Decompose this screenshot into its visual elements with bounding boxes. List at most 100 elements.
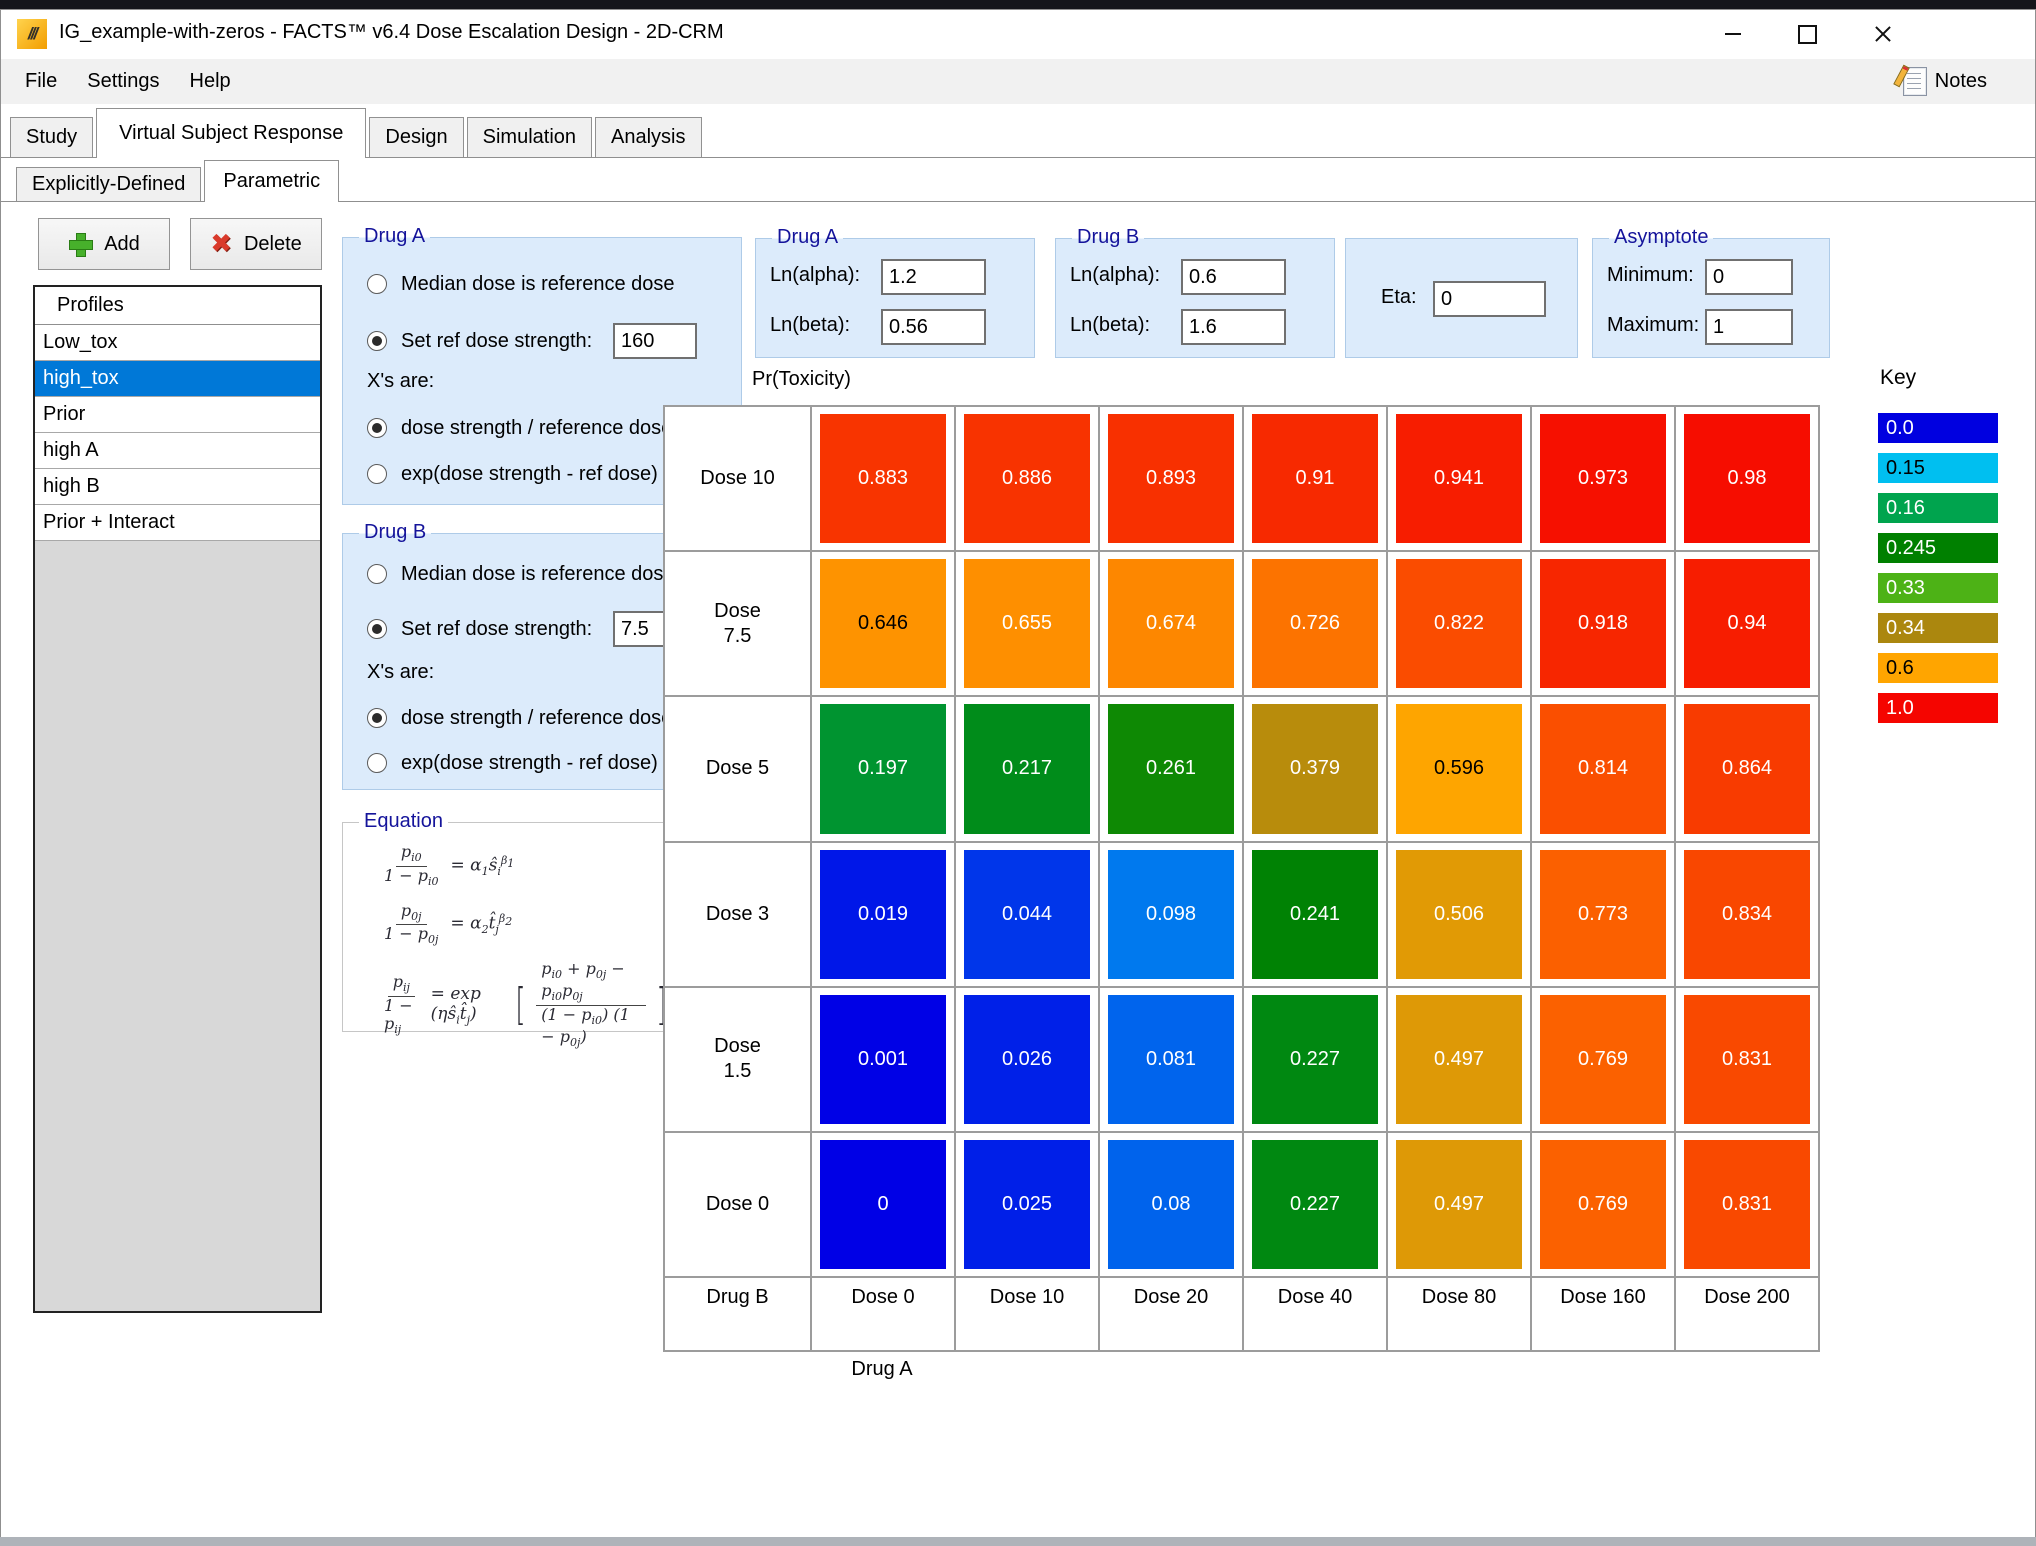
title-bar: /// IG_example-with-zeros - FACTS™ v6.4 …	[1, 9, 2035, 59]
heatmap-col-label: Dose 10	[956, 1278, 1098, 1350]
tab-study[interactable]: Study	[10, 117, 93, 157]
heatmap-cell-value: 0.044	[964, 850, 1090, 979]
drug-b-ln-alpha-input[interactable]: 0.6	[1181, 259, 1286, 295]
menu-bar-items: File Settings Help	[23, 59, 233, 104]
heatmap-cell: 0.883	[812, 407, 954, 550]
drug-a-params-title: Drug A	[772, 226, 843, 249]
heatmap-cell-value: 0.814	[1540, 704, 1666, 833]
key-swatch-0-15: 0.15	[1878, 453, 1998, 483]
heatmap-corner-label: Drug B	[665, 1278, 810, 1350]
profile-row-high-tox[interactable]: high_tox	[35, 361, 320, 397]
tab-design[interactable]: Design	[369, 117, 463, 157]
profile-row-prior-interact[interactable]: Prior + Interact	[35, 505, 320, 541]
ref-dose-strength-input-drug-a[interactable]: 160	[613, 323, 697, 359]
key-swatch-0-34: 0.34	[1878, 613, 1998, 643]
drug-b-ln-alpha-label: Ln(alpha):	[1070, 264, 1160, 287]
heatmap-cell-value: 0.918	[1540, 559, 1666, 688]
heatmap-cell-value: 0.227	[1252, 1140, 1378, 1269]
radio-icon	[367, 274, 387, 294]
heatmap-cell: 0.773	[1532, 843, 1674, 986]
heatmap-cell-value: 0.822	[1396, 559, 1522, 688]
heatmap-col-label: Dose 0	[812, 1278, 954, 1350]
xs-are-label-drug-b: X's are:	[367, 661, 434, 684]
heatmap-cell-value: 0.026	[964, 995, 1090, 1124]
fraction: pi01 − pi0	[379, 843, 444, 889]
radio-median-ref-dose-drug-a-label: Median dose is reference dose	[401, 273, 675, 296]
heatmap-cell-value: 0.497	[1396, 995, 1522, 1124]
maximize-button[interactable]	[1775, 9, 1839, 59]
equation-rhs: = α2t̂jβ2	[450, 912, 512, 936]
asymptote-maximum-input[interactable]: 1	[1705, 309, 1793, 345]
minimize-button[interactable]	[1701, 9, 1765, 59]
heatmap-cell-value: 0.91	[1252, 414, 1378, 543]
xs-are-label-drug-a: X's are:	[367, 370, 434, 393]
heatmap-cell-value: 0.497	[1396, 1140, 1522, 1269]
key-title: Key	[1880, 366, 1916, 390]
drug-a-params-groupbox: Drug A Ln(alpha):1.2Ln(beta):0.56	[755, 238, 1035, 358]
drug-a-ln-beta-input[interactable]: 0.56	[881, 309, 986, 345]
heatmap-cell-value: 0.674	[1108, 559, 1234, 688]
heatmap-row-label: Dose 7.5	[665, 552, 810, 695]
profile-row-prior[interactable]: Prior	[35, 397, 320, 433]
heatmap-cell: 0.98	[1676, 407, 1818, 550]
heatmap-cell: 0.025	[956, 1133, 1098, 1276]
heatmap-cell: 0.655	[956, 552, 1098, 695]
menu-item-settings[interactable]: Settings	[85, 70, 161, 93]
radio-icon	[367, 708, 387, 728]
key-swatch-0-6: 0.6	[1878, 653, 1998, 683]
radio-icon	[367, 753, 387, 773]
radio-icon	[367, 464, 387, 484]
menu-item-file[interactable]: File	[23, 70, 59, 93]
eta-input[interactable]: 0	[1433, 281, 1546, 317]
drug-b-groupbox-title: Drug B	[359, 521, 431, 544]
radio-set-ref-dose-drug-b-label: Set ref dose strength:	[401, 618, 592, 641]
profiles-rows: Low_toxhigh_toxPriorhigh Ahigh BPrior + …	[35, 325, 320, 541]
heatmap-cell: 0.646	[812, 552, 954, 695]
menu-item-help[interactable]: Help	[188, 70, 233, 93]
equation-rhs: = α1ŝiβ1	[451, 854, 515, 878]
heatmap-cell-value: 0.98	[1684, 414, 1810, 543]
close-icon	[1874, 25, 1892, 43]
radio-dose-ratio-drug-b-label: dose strength / reference dose	[401, 707, 672, 730]
close-button[interactable]	[1851, 9, 1915, 59]
profile-row-low-tox[interactable]: Low_tox	[35, 325, 320, 361]
drug-a-ln-beta-label: Ln(beta):	[770, 314, 850, 337]
facts-app-icon: ///	[17, 19, 47, 49]
tab-analysis[interactable]: Analysis	[595, 117, 701, 157]
heatmap-cell-value: 0.019	[820, 850, 946, 979]
drug-a-ln-alpha-input[interactable]: 1.2	[881, 259, 986, 295]
notes-icon	[1903, 67, 1927, 96]
heatmap-cell: 0.026	[956, 988, 1098, 1131]
col-label-text: Dose 40	[1278, 1278, 1353, 1309]
profile-row-high-a[interactable]: high A	[35, 433, 320, 469]
heatmap-title: Pr(Toxicity)	[752, 368, 851, 391]
tab-simulation[interactable]: Simulation	[467, 117, 592, 157]
fraction-numerator: p0j	[396, 902, 427, 926]
profile-row-high-b[interactable]: high B	[35, 469, 320, 505]
window-bottom-edge	[0, 1537, 2036, 1546]
sub-tab-strip: Explicitly-DefinedParametric	[16, 160, 339, 202]
notes-button[interactable]: Notes	[1903, 59, 1987, 104]
drug-b-ln-beta-input[interactable]: 1.6	[1181, 309, 1286, 345]
heatmap-cell-value: 0.831	[1684, 995, 1810, 1124]
fraction-2: pi0 + p0j − pi0p0j(1 − pi0) (1 − p0j)	[536, 960, 645, 1049]
delete-profile-button[interactable]: ✖ Delete	[190, 218, 322, 270]
tab-virtual-subject-response[interactable]: Virtual Subject Response	[96, 108, 366, 158]
heatmap-cell: 0.769	[1532, 1133, 1674, 1276]
subtab-explicitly-defined[interactable]: Explicitly-Defined	[16, 167, 201, 201]
heatmap-cell: 0.769	[1532, 988, 1674, 1131]
heatmap-col-label: Dose 40	[1244, 1278, 1386, 1350]
asymptote-minimum-input[interactable]: 0	[1705, 259, 1793, 295]
col-label-text: Dose 160	[1560, 1278, 1646, 1309]
heatmap-cell: 0.019	[812, 843, 954, 986]
toxicity-heatmap: Dose 100.8830.8860.8930.910.9410.9730.98…	[663, 405, 1820, 1352]
subtab-parametric[interactable]: Parametric	[204, 160, 339, 202]
heatmap-col-label: Dose 200	[1676, 1278, 1818, 1350]
window-title: IG_example-with-zeros - FACTS™ v6.4 Dose…	[59, 21, 724, 44]
menu-bar: File Settings Help Notes	[1, 59, 2035, 104]
asymptote-title: Asymptote	[1609, 226, 1713, 249]
heatmap-cell: 0.261	[1100, 697, 1242, 840]
add-profile-button[interactable]: Add	[38, 218, 170, 270]
fraction-denominator: 1 − pi0	[379, 867, 444, 889]
radio-median-ref-dose-drug-a[interactable]: Median dose is reference dose	[367, 270, 733, 298]
